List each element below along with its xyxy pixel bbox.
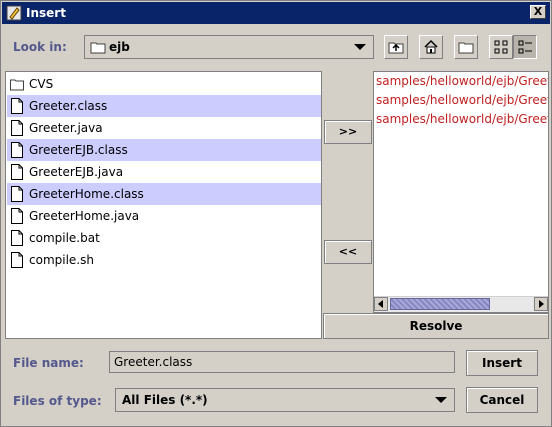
chevron-down-icon xyxy=(435,397,447,403)
file-name-field[interactable]: Greeter.class xyxy=(109,351,455,373)
files-of-type-combo[interactable]: All Files (*.*) xyxy=(115,388,455,412)
file-name-text: CVS xyxy=(29,77,54,91)
file-name-text: compile.bat xyxy=(29,231,100,245)
new-folder-button[interactable] xyxy=(454,35,478,59)
file-icon xyxy=(11,98,23,114)
file-list-item[interactable]: Greeter.java xyxy=(7,117,321,139)
scroll-left-icon xyxy=(378,300,383,308)
file-list[interactable]: CVS Greeter.class Greeter.java GreeterEJB.c… xyxy=(5,71,322,339)
details-view-icon xyxy=(518,40,532,54)
selected-file-item[interactable]: samples/helloworld/ejb/GreeterEJB.class xyxy=(376,93,548,107)
file-name-text: Greeter.java xyxy=(29,121,103,135)
file-name-value: Greeter.class xyxy=(114,355,193,369)
insert-button[interactable]: Insert xyxy=(466,350,538,376)
file-icon xyxy=(11,186,23,202)
file-list-item[interactable]: compile.bat xyxy=(7,227,321,249)
selected-file-item[interactable]: samples/helloworld/ejb/GreeterHome.class xyxy=(376,112,548,126)
resolve-button[interactable]: Resolve xyxy=(323,313,549,339)
insert-dialog: Insert X Look in: ejb CVS Greeter.class … xyxy=(0,0,552,427)
file-list-item[interactable]: CVS xyxy=(7,73,321,95)
home-icon xyxy=(424,39,438,54)
file-icon xyxy=(11,252,23,268)
details-view-button[interactable] xyxy=(513,35,537,59)
file-name-label: File name: xyxy=(13,356,84,370)
list-view-icon xyxy=(494,40,508,54)
list-view-button[interactable] xyxy=(489,35,513,59)
chevron-down-icon xyxy=(354,44,366,50)
app-icon xyxy=(6,5,22,21)
file-list-item[interactable]: GreeterHome.java xyxy=(7,205,321,227)
add-button[interactable]: >> xyxy=(324,120,372,144)
file-name-text: GreeterEJB.class xyxy=(29,143,128,157)
file-name-text: Greeter.class xyxy=(29,99,108,113)
window-title: Insert xyxy=(26,6,66,20)
selected-file-item[interactable]: samples/helloworld/ejb/Greeter.class xyxy=(376,74,548,88)
selected-files-list[interactable]: samples/helloworld/ejb/GreeterHome.class… xyxy=(373,71,549,313)
scroll-right-button[interactable] xyxy=(534,297,548,311)
file-list-item[interactable]: GreeterEJB.java xyxy=(7,161,321,183)
folder-icon xyxy=(90,42,106,54)
file-name-text: GreeterHome.class xyxy=(29,187,144,201)
file-icon xyxy=(11,142,23,158)
new-folder-icon xyxy=(458,42,474,54)
up-one-level-button[interactable] xyxy=(384,35,408,59)
folder-icon xyxy=(10,79,24,91)
file-list-item[interactable]: compile.sh xyxy=(7,249,321,271)
file-name-text: GreeterHome.java xyxy=(29,209,140,223)
cancel-button[interactable]: Cancel xyxy=(466,387,538,413)
file-icon xyxy=(11,164,23,180)
file-list-item[interactable]: Greeter.class xyxy=(7,95,321,117)
file-name-text: GreeterEJB.java xyxy=(29,165,124,179)
scroll-right-icon xyxy=(539,300,544,308)
look-in-combo[interactable]: ejb xyxy=(84,35,374,59)
file-list-item[interactable]: GreeterHome.class xyxy=(7,183,321,205)
file-list-item[interactable]: GreeterEJB.class xyxy=(7,139,321,161)
file-icon xyxy=(11,230,23,246)
look-in-value: ejb xyxy=(109,40,130,54)
scrollbar-thumb[interactable] xyxy=(390,298,490,310)
file-icon xyxy=(11,120,23,136)
files-of-type-value: All Files (*.*) xyxy=(122,393,208,407)
look-in-label: Look in: xyxy=(13,40,67,54)
file-name-text: compile.sh xyxy=(29,253,94,267)
horizontal-scrollbar[interactable] xyxy=(374,296,548,312)
files-of-type-label: Files of type: xyxy=(13,394,102,408)
title-bar[interactable]: Insert X xyxy=(2,2,550,24)
remove-button[interactable]: << xyxy=(324,240,372,264)
scroll-left-button[interactable] xyxy=(374,297,388,311)
close-button[interactable]: X xyxy=(530,5,546,19)
up-folder-icon xyxy=(388,42,404,54)
home-button[interactable] xyxy=(419,35,443,59)
file-icon xyxy=(11,208,23,224)
